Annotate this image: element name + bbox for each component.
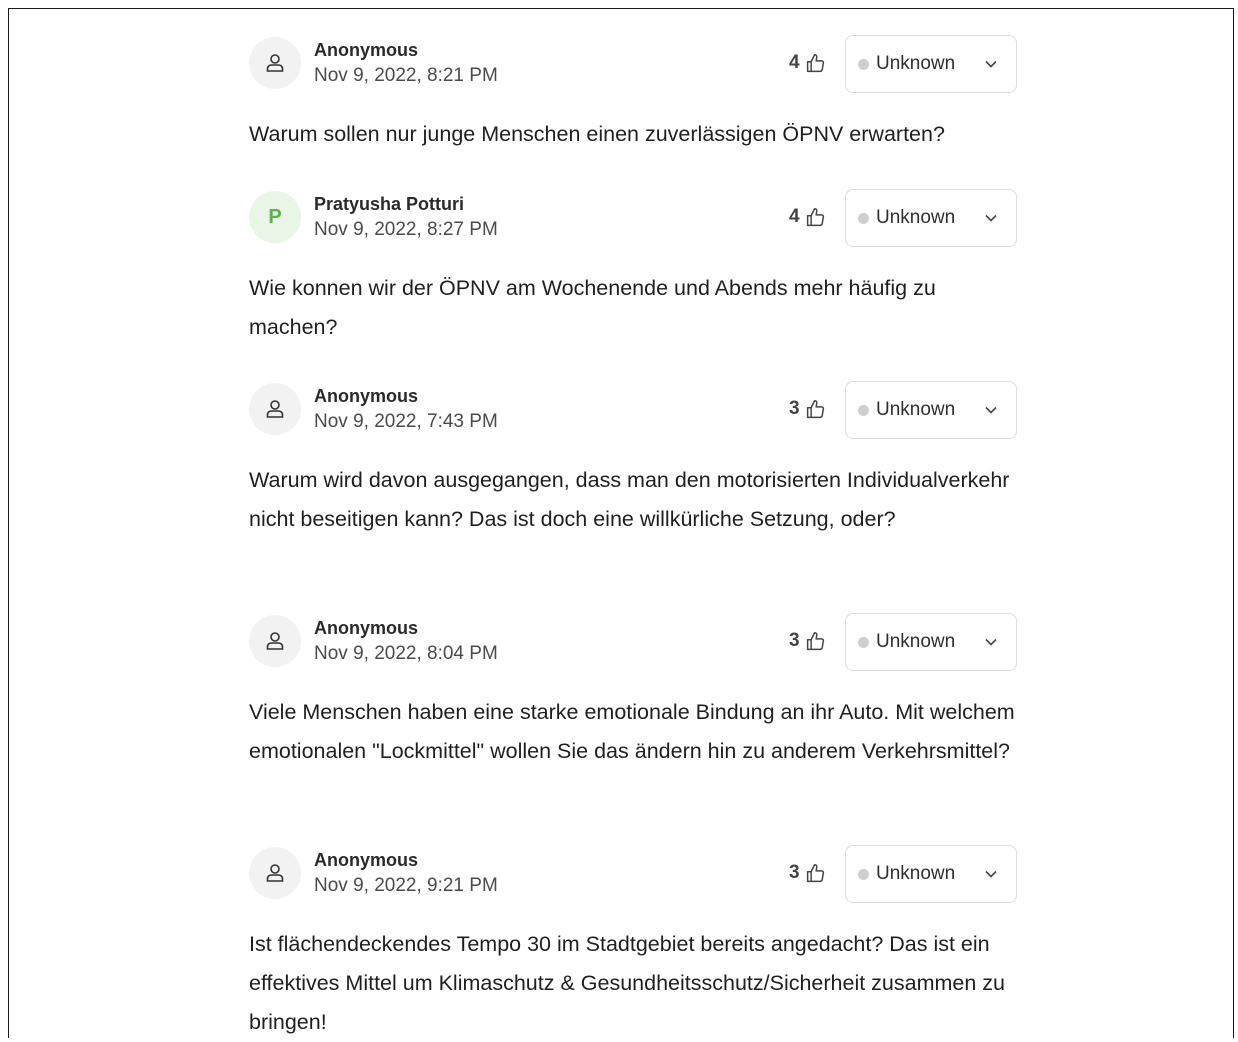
status-dot	[858, 212, 869, 224]
thumbs-up-icon	[806, 863, 824, 882]
user-icon	[266, 632, 284, 650]
question-text: Warum wird davon ausgegangen, dass man d…	[249, 468, 1010, 531]
status-dot	[858, 58, 869, 70]
thumbs-up-icon	[806, 631, 824, 650]
question-card: P Pratyusha Potturi Nov 9, 2022, 8:27 PM…	[249, 189, 1021, 347]
status-dot	[858, 636, 869, 648]
question-text: Warum sollen nur junge Menschen einen zu…	[249, 122, 945, 146]
timestamp: Nov 9, 2022, 8:04 PM	[314, 643, 498, 664]
vote-count: 4	[789, 206, 800, 227]
status-dropdown[interactable]: Unknown	[845, 845, 1017, 903]
question-card: Anonymous Nov 9, 2022, 9:21 PM 3 Unknown…	[249, 845, 1021, 1042]
author-name: Anonymous	[314, 40, 419, 60]
upvote-button[interactable]: 4	[789, 206, 826, 228]
question-text: Wie konnen wir der ÖPNV am Wochenende un…	[249, 276, 936, 339]
status-dot	[858, 404, 869, 416]
status-dropdown[interactable]: Unknown	[845, 35, 1017, 93]
timestamp: Nov 9, 2022, 7:43 PM	[314, 411, 498, 432]
status-label: Unknown	[876, 863, 956, 884]
chevron-down-icon	[985, 60, 997, 68]
upvote-button[interactable]: 3	[789, 630, 826, 652]
question-feed-frame: Anonymous Nov 9, 2022, 8:21 PM 4 Unknown…	[8, 8, 1234, 1038]
timestamp: Nov 9, 2022, 9:21 PM	[314, 875, 498, 896]
question-card: Anonymous Nov 9, 2022, 7:43 PM 3 Unknown…	[249, 381, 1021, 539]
upvote-button[interactable]: 3	[789, 398, 826, 420]
upvote-button[interactable]: 4	[789, 52, 826, 74]
avatar	[249, 383, 301, 435]
author-name: Anonymous	[314, 850, 419, 870]
upvote-button[interactable]: 3	[789, 862, 826, 884]
vote-count: 3	[789, 630, 800, 651]
vote-count: 3	[789, 862, 800, 883]
user-icon	[266, 400, 284, 418]
thumbs-up-icon	[806, 399, 824, 418]
question-text: Ist flächendeckendes Tempo 30 im Stadtge…	[249, 932, 1006, 1034]
question-text: Viele Menschen haben eine starke emotion…	[249, 700, 1015, 763]
status-dropdown[interactable]: Unknown	[845, 189, 1017, 247]
author-name: Anonymous	[314, 618, 419, 638]
vote-count: 3	[789, 398, 800, 419]
avatar	[249, 847, 301, 899]
user-icon	[266, 864, 284, 882]
avatar	[249, 615, 301, 667]
status-dropdown[interactable]: Unknown	[845, 613, 1017, 671]
avatar-initial: P	[268, 205, 282, 228]
chevron-down-icon	[985, 870, 997, 878]
timestamp: Nov 9, 2022, 8:21 PM	[314, 65, 498, 86]
question-card: Anonymous Nov 9, 2022, 8:21 PM 4 Unknown…	[249, 35, 1021, 154]
thumbs-up-icon	[806, 207, 824, 226]
status-label: Unknown	[876, 631, 956, 652]
author-name: Pratyusha Potturi	[314, 194, 465, 214]
avatar	[249, 37, 301, 89]
status-label: Unknown	[876, 53, 956, 74]
thumbs-up-icon	[806, 53, 824, 72]
status-dot	[858, 868, 869, 880]
vote-count: 4	[789, 52, 800, 73]
status-label: Unknown	[876, 207, 956, 228]
chevron-down-icon	[985, 638, 997, 646]
question-card: Anonymous Nov 9, 2022, 8:04 PM 3 Unknown…	[249, 613, 1021, 771]
chevron-down-icon	[985, 406, 997, 414]
user-icon	[266, 54, 284, 72]
avatar: P	[249, 191, 301, 243]
author-name: Anonymous	[314, 386, 419, 406]
timestamp: Nov 9, 2022, 8:27 PM	[314, 219, 498, 240]
chevron-down-icon	[985, 214, 997, 222]
status-dropdown[interactable]: Unknown	[845, 381, 1017, 439]
status-label: Unknown	[876, 399, 956, 420]
